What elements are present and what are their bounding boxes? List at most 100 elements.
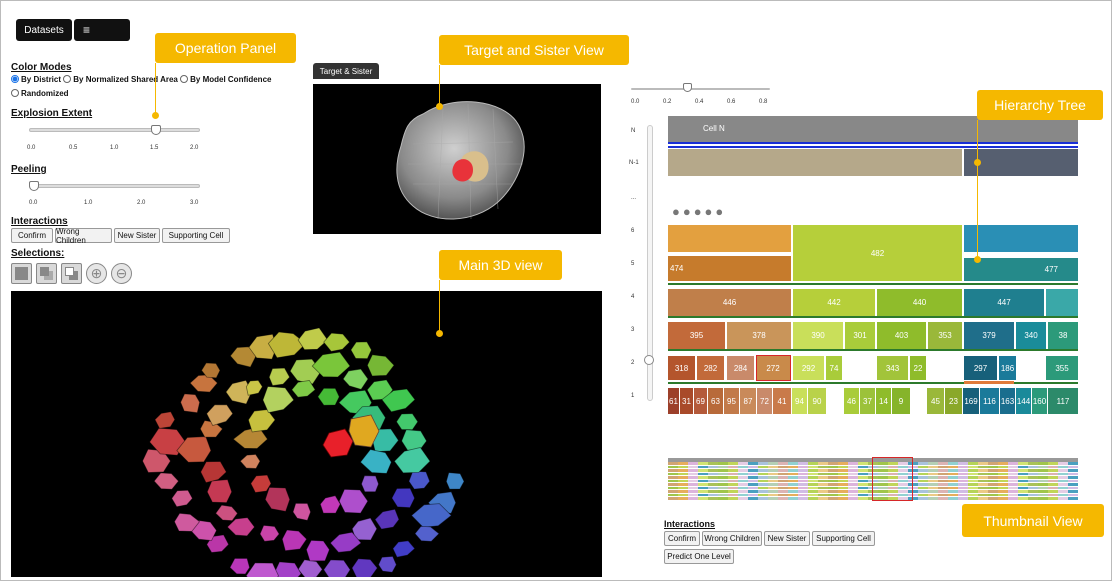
tree-node-l1[interactable]: 37 xyxy=(860,388,875,414)
supporting-cell-button[interactable]: Supporting Cell xyxy=(162,228,230,243)
tree-node-l1[interactable]: 23 xyxy=(945,388,962,414)
select-subset-icon[interactable] xyxy=(36,263,57,284)
cell-blob[interactable] xyxy=(229,557,251,575)
tree-node-n1-right[interactable] xyxy=(964,149,1078,176)
tree-node-l3[interactable]: 301 xyxy=(845,322,875,349)
tree-node-440[interactable]: 440 xyxy=(877,289,962,316)
cell-blob[interactable] xyxy=(297,559,323,577)
tree-node-l3[interactable]: 340 xyxy=(1016,322,1046,349)
tree-node-l1[interactable]: 9 xyxy=(892,388,910,414)
tree-node-l1[interactable]: 116 xyxy=(980,388,999,414)
peeling-slider[interactable] xyxy=(29,184,200,188)
cell-blob[interactable] xyxy=(408,470,431,490)
tree-node-l3[interactable]: 390 xyxy=(793,322,843,349)
radio-model-confidence[interactable] xyxy=(180,75,189,83)
cell-blob[interactable] xyxy=(319,495,341,514)
tree-node-l1[interactable]: 94 xyxy=(792,388,807,414)
cell-blob[interactable] xyxy=(360,475,379,493)
tree-node-l3[interactable]: 353 xyxy=(928,322,962,349)
cell-blob[interactable] xyxy=(392,540,416,558)
cell-blob[interactable] xyxy=(153,472,180,490)
tree-node-l3[interactable]: 38 xyxy=(1048,322,1078,349)
zoom-in-icon[interactable]: ⊕ xyxy=(86,263,107,284)
zoom-out-icon[interactable]: ⊖ xyxy=(111,263,132,284)
cell-blob[interactable] xyxy=(247,409,276,433)
cell-blob[interactable] xyxy=(259,524,280,542)
tree-node-l4[interactable] xyxy=(1046,289,1078,316)
tree-node-l1[interactable]: 63 xyxy=(708,388,723,414)
tree-node-l1[interactable]: 41 xyxy=(773,388,791,414)
tree-node-477[interactable]: 477 xyxy=(964,258,1078,281)
tree-node-l1[interactable]: 144 xyxy=(1016,388,1031,414)
bottom-new-sister-button[interactable]: New Sister xyxy=(764,531,810,546)
tree-node-l2[interactable]: 355 xyxy=(1046,356,1078,380)
tree-level-slider-handle[interactable] xyxy=(683,83,692,92)
tree-node-l1[interactable]: 72 xyxy=(757,388,772,414)
tree-node-l1[interactable]: 90 xyxy=(808,388,826,414)
cell-blob[interactable] xyxy=(323,559,351,577)
confirm-button[interactable]: Confirm xyxy=(11,228,53,243)
target-sister-view[interactable] xyxy=(313,84,601,234)
cell-blob[interactable] xyxy=(245,562,280,577)
tree-node-l1[interactable]: 69 xyxy=(694,388,707,414)
cell-blob[interactable] xyxy=(350,341,372,360)
cell-blob[interactable] xyxy=(401,429,428,451)
tree-node-n1-left[interactable] xyxy=(668,149,962,176)
tree-node-446[interactable]: 446 xyxy=(668,289,791,316)
cell-blob[interactable] xyxy=(366,354,395,377)
tree-node-l2[interactable]: 74 xyxy=(826,356,842,380)
cell-blob[interactable] xyxy=(351,558,378,577)
tree-node-l2[interactable]: 282 xyxy=(697,356,724,380)
tree-node-l2[interactable]: 284 xyxy=(727,356,754,380)
cell-blob[interactable] xyxy=(445,472,465,490)
cell-blob[interactable] xyxy=(305,539,330,562)
tree-node-l1[interactable]: 160 xyxy=(1032,388,1047,414)
cell-blob[interactable] xyxy=(395,413,419,431)
tree-node-l6[interactable] xyxy=(668,225,791,252)
tree-node-l3[interactable]: 395 xyxy=(668,322,725,349)
tree-node-l1[interactable]: 87 xyxy=(740,388,756,414)
radio-randomized[interactable] xyxy=(11,89,19,97)
bottom-wrong-children-button[interactable]: Wrong Children xyxy=(702,531,762,546)
tree-node-l2[interactable]: 22 xyxy=(910,356,926,380)
tree-node-l1[interactable]: 14 xyxy=(876,388,891,414)
cell-blob[interactable] xyxy=(262,386,295,414)
hamburger-icon[interactable]: ≡ xyxy=(74,19,130,41)
cell-blob[interactable] xyxy=(154,411,176,429)
cell-blob[interactable] xyxy=(342,368,369,390)
cell-blob[interactable] xyxy=(414,525,440,542)
tree-node-l3[interactable]: 403 xyxy=(877,322,926,349)
tree-node-l2[interactable]: 297 xyxy=(964,356,997,380)
tree-node-l1[interactable]: 31 xyxy=(680,388,693,414)
bottom-supporting-cell-button[interactable]: Supporting Cell xyxy=(812,531,875,546)
tree-node-l3[interactable]: 379 xyxy=(964,322,1014,349)
cell-blob[interactable] xyxy=(338,488,369,514)
cell-blob[interactable] xyxy=(250,474,272,493)
tree-node-l2[interactable]: 343 xyxy=(877,356,908,380)
tree-node-l6[interactable] xyxy=(964,225,1078,252)
target-cell-highlight[interactable] xyxy=(322,428,354,458)
tree-node-l1[interactable]: 61 xyxy=(668,388,679,414)
radio-by-district[interactable] xyxy=(11,75,19,83)
cell-blob[interactable] xyxy=(393,447,431,474)
tree-level-slider[interactable] xyxy=(631,88,770,90)
cell-blob[interactable] xyxy=(264,486,291,512)
tree-node-l3[interactable]: 378 xyxy=(727,322,791,349)
tree-node-447[interactable]: 447 xyxy=(964,289,1044,316)
tree-node-l2[interactable]: 318 xyxy=(668,356,695,380)
tree-node-482[interactable]: 482 xyxy=(793,225,962,281)
explosion-slider-handle[interactable] xyxy=(151,125,161,135)
tree-node-l1[interactable]: 95 xyxy=(724,388,739,414)
cell-blob[interactable] xyxy=(317,387,340,406)
cell-blob[interactable] xyxy=(378,555,397,573)
cell-blob[interactable] xyxy=(206,479,233,504)
thumbnail-viewport[interactable] xyxy=(872,457,913,501)
tree-node-l1[interactable]: 163 xyxy=(1000,388,1015,414)
tree-node-l1[interactable]: 45 xyxy=(927,388,944,414)
cell-blob[interactable] xyxy=(200,461,227,484)
peeling-slider-handle[interactable] xyxy=(29,181,39,191)
datasets-button[interactable]: Datasets xyxy=(16,19,72,41)
cell-blob[interactable] xyxy=(359,449,392,474)
cell-blob[interactable] xyxy=(239,453,261,469)
tree-node-l2[interactable]: 292 xyxy=(793,356,824,380)
